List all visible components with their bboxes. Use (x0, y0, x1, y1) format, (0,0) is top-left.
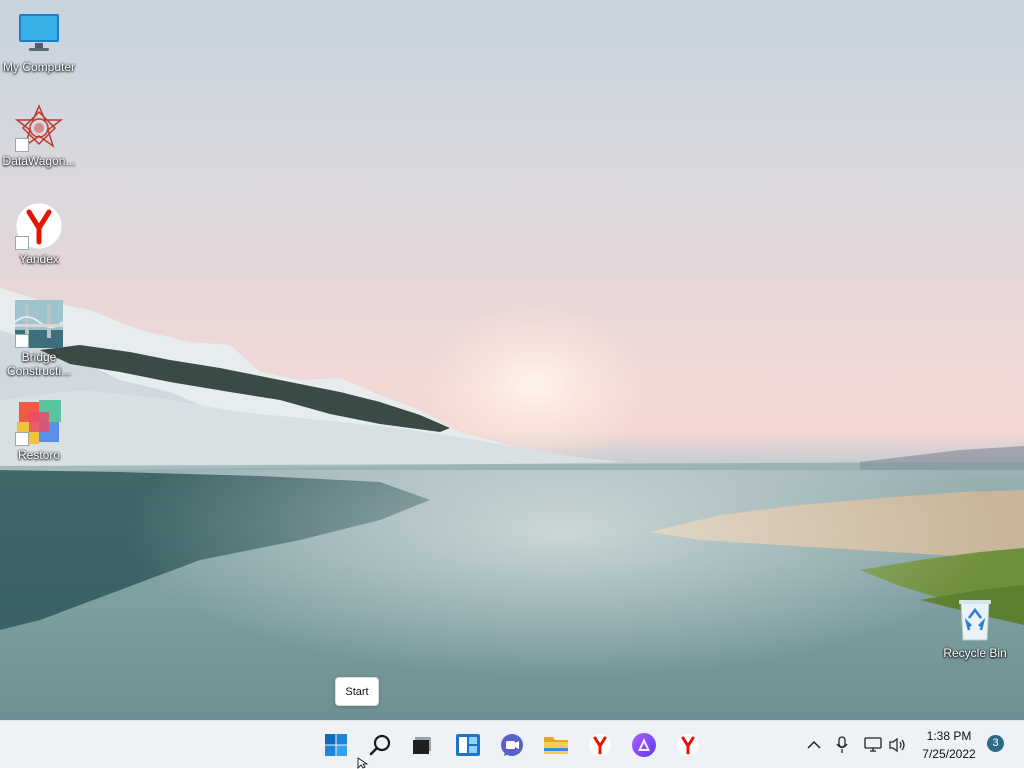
shortcut-arrow-icon (15, 236, 29, 250)
microphone-icon (836, 736, 848, 753)
clock-date: 7/25/2022 (922, 747, 976, 761)
desktop-wallpaper (0, 0, 1024, 720)
yandex-icon (677, 734, 699, 756)
task-view-button[interactable] (404, 727, 440, 763)
taskbar: 1:38 PM 7/25/2022 (0, 720, 1024, 768)
folder-icon (544, 737, 568, 754)
datawagon-icon (14, 104, 64, 152)
desktop-icon-restoro[interactable]: Restoro (0, 398, 78, 462)
start-tooltip: Start (335, 677, 379, 706)
windows-logo-icon (325, 734, 347, 756)
network-icon (864, 737, 882, 752)
alice-button[interactable] (626, 727, 662, 763)
yandex-icon (589, 734, 611, 756)
chat-button[interactable] (494, 727, 530, 763)
yandex-button[interactable] (670, 727, 706, 763)
alice-icon (632, 733, 656, 757)
volume-icon (889, 737, 905, 753)
chevron-up-icon (807, 740, 821, 749)
notification-badge[interactable]: 3 (987, 735, 1004, 752)
clock-time: 1:38 PM (926, 729, 972, 743)
start-button[interactable] (318, 727, 354, 763)
show-hidden-icons-button[interactable] (802, 721, 826, 769)
desktop-icon-label: Bridge Constructi... (6, 350, 72, 378)
yandex-icon (15, 202, 63, 250)
shortcut-arrow-icon (15, 432, 29, 446)
desktop-icon-bridge-construction[interactable]: Bridge Constructi... (0, 300, 78, 378)
bridge-construction-icon (14, 300, 64, 348)
yandex-browser-button[interactable] (582, 727, 618, 763)
desktop-icon-label: Recycle Bin (943, 646, 1007, 660)
widgets-button[interactable] (450, 727, 486, 763)
desktop-icon-my-computer[interactable]: My Computer (0, 10, 78, 74)
file-explorer-button[interactable] (538, 727, 574, 763)
desktop-icon-label: Restoro (17, 448, 61, 462)
teams-chat-icon (501, 734, 523, 756)
restoro-icon (15, 398, 63, 446)
desktop-icon-recycle-bin[interactable]: Recycle Bin (936, 596, 1014, 660)
desktop-icon-label: My Computer (2, 60, 76, 74)
shortcut-arrow-icon (15, 138, 29, 152)
network-button[interactable] (862, 721, 884, 769)
desktop-icon-datawagon[interactable]: DataWagon... (0, 104, 78, 168)
desktop-icon-yandex[interactable]: Yandex (0, 202, 78, 266)
desktop-icon-label: Yandex (19, 252, 59, 266)
microphone-button[interactable] (830, 721, 854, 769)
desktop-icon-label: DataWagon... (2, 154, 76, 168)
recycle-bin-icon (951, 596, 999, 644)
monitor-icon (15, 10, 63, 58)
volume-button[interactable] (886, 721, 910, 769)
mouse-cursor-icon (357, 757, 369, 769)
widgets-icon (456, 734, 480, 756)
shortcut-arrow-icon (15, 334, 29, 348)
clock[interactable]: 1:38 PM 7/25/2022 (912, 727, 986, 763)
search-icon (369, 734, 391, 756)
task-view-icon (413, 737, 431, 754)
wallpaper-lake-glow (0, 470, 1024, 720)
